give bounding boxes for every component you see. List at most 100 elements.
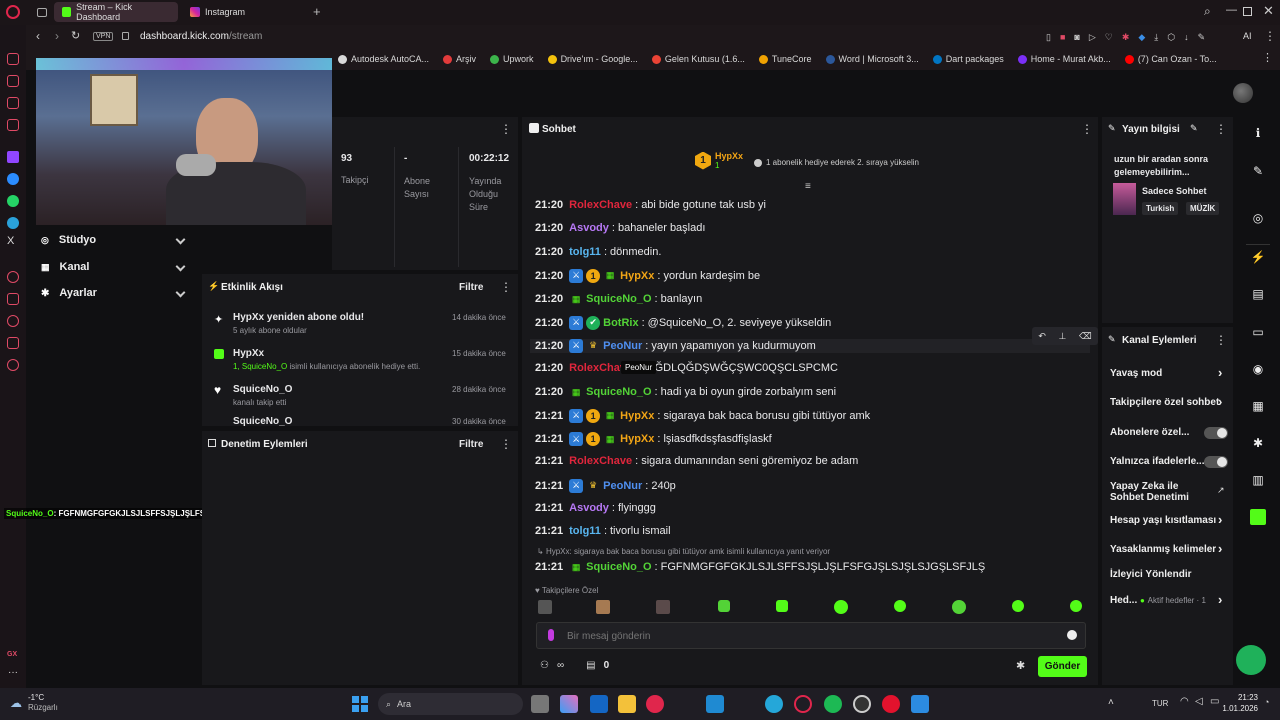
maximize-icon[interactable] bbox=[1243, 7, 1252, 16]
obs-icon[interactable] bbox=[853, 695, 871, 713]
action-goals[interactable]: Hed... ● Aktif hedefler · 1 › bbox=[1110, 592, 1230, 607]
action-account-age[interactable]: Hesap yaşı kısıtlaması › bbox=[1110, 512, 1230, 527]
vpn-shield-icon[interactable]: ◆ bbox=[1138, 32, 1145, 43]
activity-item[interactable]: ♥ SquiceNo_O kanalı takip etti 28 dakika… bbox=[202, 380, 518, 414]
emotes-only-toggle[interactable] bbox=[1204, 456, 1228, 468]
stats-menu-icon[interactable] bbox=[500, 122, 512, 136]
pin-icon[interactable]: ⊥ bbox=[1058, 331, 1066, 342]
activity-menu-icon[interactable] bbox=[500, 280, 512, 294]
activity-filter-button[interactable]: Filtre bbox=[459, 282, 483, 293]
chat-message[interactable]: 21:21 Asvody: flyinggg bbox=[535, 502, 656, 514]
chat-message[interactable]: 21:20RolexChave: .WĞDLQĞDŞWĞÇŞWC0QŞCLSPC… bbox=[535, 362, 838, 374]
emote-1-icon[interactable] bbox=[538, 600, 552, 614]
x-icon[interactable]: X bbox=[7, 235, 14, 247]
edge-icon[interactable] bbox=[765, 695, 783, 713]
history-icon[interactable] bbox=[7, 315, 19, 327]
message-username[interactable]: HypXx bbox=[620, 270, 654, 282]
sidebar-more-icon[interactable]: ··· bbox=[8, 667, 18, 678]
language-indicator[interactable]: TUR bbox=[1152, 699, 1168, 708]
chat-message[interactable]: 21:20 ⚔ 1 ▦ HypXx: yordun kardeşim be bbox=[535, 268, 760, 283]
extension-icon[interactable]: ✱ bbox=[1122, 32, 1130, 43]
messenger-icon[interactable] bbox=[7, 173, 19, 185]
message-username[interactable]: SquiceNo_O bbox=[586, 386, 651, 398]
telegram-icon[interactable] bbox=[7, 217, 19, 229]
info-icon[interactable]: ℹ bbox=[1246, 121, 1270, 145]
emote-5-icon[interactable] bbox=[776, 600, 788, 612]
aria-icon[interactable]: ✎ bbox=[1198, 32, 1206, 43]
puzzle-icon[interactable]: ⬡ bbox=[1167, 32, 1175, 43]
chat-message[interactable]: 21:21 ⚔ 1 ▦ HypXx: sigaraya bak baca borusu … bbox=[535, 408, 870, 423]
bookmark-arsiv[interactable]: Arşiv bbox=[443, 54, 476, 64]
sidebar-settings-icon[interactable] bbox=[7, 359, 19, 371]
tag[interactable]: Turkish bbox=[1142, 202, 1179, 215]
chat-message[interactable]: 21:20 RolexChave: abi bide gotune tak usb… bbox=[535, 199, 766, 211]
bookmark-youtube[interactable]: (7) Can Ozan - To... bbox=[1124, 54, 1217, 64]
reply-icon[interactable]: ↶ bbox=[1038, 331, 1046, 342]
ai-button[interactable]: AI bbox=[1243, 31, 1252, 41]
tray-chevron-icon[interactable]: ˄ bbox=[1108, 697, 1114, 708]
download-icon[interactable]: ⤓ bbox=[1154, 32, 1158, 43]
shield-icon[interactable]: ■ bbox=[1060, 32, 1065, 43]
nav-item-studio[interactable]: ◎ Stüdyo bbox=[41, 234, 191, 246]
kick-app-icon[interactable] bbox=[1246, 505, 1270, 529]
player-icon[interactable] bbox=[7, 271, 19, 283]
message-username[interactable]: HypXx bbox=[620, 410, 654, 422]
vscode-icon[interactable] bbox=[706, 695, 724, 713]
support-icon[interactable] bbox=[1236, 645, 1266, 675]
chat-message[interactable]: 21:21 tolg11: tivorlu ismail bbox=[535, 525, 671, 537]
moderation-filter-button[interactable]: Filtre bbox=[459, 439, 483, 450]
stream-info-menu-icon[interactable] bbox=[1215, 122, 1227, 136]
url-field[interactable]: dashboard.kick.com/stream bbox=[140, 31, 262, 42]
menu-icon[interactable]: ⋮ bbox=[1264, 29, 1276, 43]
category-name[interactable]: Sadece Sohbet bbox=[1142, 186, 1207, 196]
aria-sidebar-icon[interactable] bbox=[7, 75, 19, 87]
mail-icon[interactable] bbox=[7, 119, 19, 131]
chat-message[interactable]: 21:20 ▦ SquiceNo_O: hadi ya bi oyun girde … bbox=[535, 385, 836, 399]
reload-icon[interactable]: ↻ bbox=[71, 29, 80, 42]
clock[interactable]: 21:23 1.01.2026 bbox=[1206, 692, 1258, 714]
minimize-icon[interactable]: — bbox=[1226, 4, 1237, 16]
weather-widget[interactable]: ☁ -1°C Rüzgarlı bbox=[10, 693, 58, 713]
chat-message[interactable]: 21:20 tolg11: dönmedin. bbox=[535, 246, 661, 258]
start-icon[interactable] bbox=[352, 696, 368, 712]
spotify-icon[interactable] bbox=[824, 695, 842, 713]
message-username[interactable]: BotRix bbox=[603, 317, 638, 329]
downloads-icon[interactable]: ↓ bbox=[1184, 32, 1189, 43]
message-username[interactable]: SquiceNo_O bbox=[586, 293, 651, 305]
microphone-icon[interactable] bbox=[548, 629, 554, 641]
pinboard-icon[interactable] bbox=[7, 97, 19, 109]
action-followers-only[interactable]: Takipçilere özel sohbet › bbox=[1110, 394, 1230, 409]
emote-7-icon[interactable] bbox=[894, 600, 906, 612]
emote-6-icon[interactable] bbox=[834, 600, 848, 614]
notifications-icon[interactable]: ◔ bbox=[1264, 697, 1269, 707]
emote-4-icon[interactable] bbox=[718, 600, 730, 612]
wifi-icon[interactable]: ◠ bbox=[1180, 696, 1189, 707]
extensions-icon[interactable] bbox=[7, 337, 19, 349]
chat-input-box[interactable] bbox=[536, 622, 1086, 649]
action-ai-moderation[interactable]: Yapay Zeka ile Sohbet Denetimi bbox=[1110, 481, 1210, 503]
outlook-icon[interactable] bbox=[590, 695, 608, 713]
chrome-like-icon[interactable] bbox=[646, 695, 664, 713]
emote-8-icon[interactable] bbox=[952, 600, 966, 614]
chat-input[interactable] bbox=[567, 628, 1047, 644]
delete-icon[interactable]: ⌫ bbox=[1079, 331, 1092, 342]
emote-3-icon[interactable] bbox=[656, 600, 670, 614]
tab-kick-dashboard[interactable]: Stream – Kick Dashboard bbox=[54, 2, 178, 22]
nav-item-settings[interactable]: ✱ Ayarlar bbox=[41, 287, 191, 299]
bookmark-dart[interactable]: Dart packages bbox=[932, 54, 1004, 64]
send-button[interactable]: Gönder bbox=[1038, 656, 1087, 677]
action-banned-words[interactable]: Yasaklanmış kelimeler › bbox=[1110, 541, 1230, 556]
close-window-icon[interactable]: ✕ bbox=[1263, 3, 1274, 19]
activity-item[interactable]: ✦ HypXx yeniden abone oldu! 5 aylık abon… bbox=[202, 308, 518, 342]
message-username[interactable]: PeoNur bbox=[603, 340, 642, 352]
opera-logo-icon[interactable] bbox=[6, 5, 20, 19]
collapse-icon[interactable]: ≡ bbox=[805, 181, 811, 192]
message-username[interactable]: PeoNur bbox=[603, 480, 642, 492]
message-username[interactable]: HypXx bbox=[620, 433, 654, 445]
users-icon[interactable]: ⚇ bbox=[540, 660, 549, 671]
message-username[interactable]: Asvody bbox=[569, 502, 609, 514]
chat-menu-icon[interactable] bbox=[1081, 122, 1093, 136]
message-username[interactable]: Asvody bbox=[569, 222, 609, 234]
camera-icon[interactable]: ◙ bbox=[1074, 32, 1079, 43]
app-icon[interactable] bbox=[911, 695, 929, 713]
